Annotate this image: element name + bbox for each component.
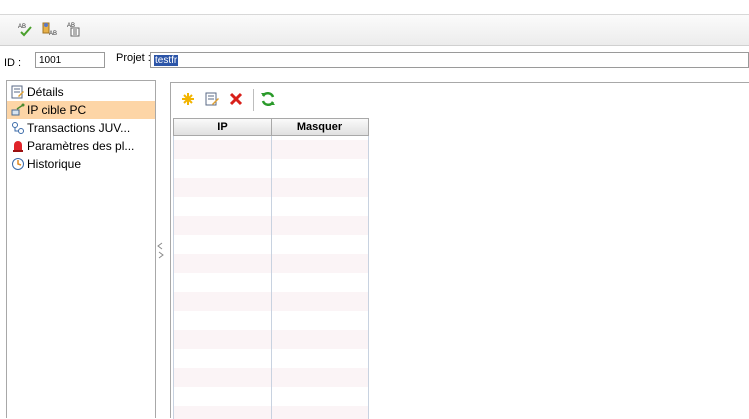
spellcheck-person-icon[interactable]: AB: [42, 21, 58, 37]
thesaurus-icon[interactable]: AB: [66, 21, 82, 37]
project-value: testfr: [154, 55, 179, 66]
column-header-ip[interactable]: IP: [174, 119, 272, 135]
sidebar-item-label: Détails: [27, 85, 64, 99]
column-divider: [271, 136, 272, 419]
table-header: IP Masquer: [173, 118, 369, 136]
transactions-icon: [12, 122, 24, 134]
project-label: Projet :: [116, 52, 151, 64]
svg-text:AB: AB: [18, 24, 26, 30]
detail-panel: IP Masquer: [170, 82, 749, 419]
ip-table: IP Masquer: [173, 118, 369, 419]
id-field[interactable]: 1001: [35, 52, 105, 68]
grid-toolbar: [171, 83, 749, 115]
delete-icon[interactable]: [228, 91, 244, 107]
history-icon: [12, 158, 24, 170]
column-header-masquer[interactable]: Masquer: [271, 119, 368, 135]
alarm-icon: [13, 141, 23, 152]
table-body: [173, 136, 369, 419]
details-icon: [11, 85, 24, 99]
record-header: ID : 1001 Projet : testfr: [0, 46, 749, 72]
panel-splitter[interactable]: [156, 80, 166, 418]
svg-text:AB: AB: [49, 31, 57, 37]
sidebar-item-label: Transactions JUV...: [27, 121, 131, 135]
refresh-icon[interactable]: [260, 91, 276, 107]
main-toolbar: AB AB AB: [0, 14, 749, 46]
id-label: ID :: [4, 57, 22, 69]
sidebar-nav: Détails IP cible PC Transactions JUV... …: [6, 80, 156, 418]
sidebar-item-transactions[interactable]: Transactions JUV...: [7, 119, 155, 137]
id-value: 1001: [39, 55, 62, 66]
new-icon[interactable]: [180, 91, 196, 107]
sidebar-item-label: IP cible PC: [27, 103, 87, 117]
sidebar-item-historique[interactable]: Historique: [7, 155, 155, 173]
project-field[interactable]: testfr: [150, 52, 749, 68]
edit-icon[interactable]: [204, 91, 220, 107]
toolbar-separator: [253, 89, 254, 111]
sidebar-item-parametres[interactable]: Paramètres des pl...: [7, 137, 155, 155]
sidebar-item-label: Historique: [27, 157, 82, 171]
sidebar-item-details[interactable]: Détails: [7, 83, 155, 101]
spellcheck-icon[interactable]: AB: [18, 21, 34, 37]
sidebar-item-ip-cible-pc[interactable]: IP cible PC: [7, 101, 155, 119]
network-target-icon: [11, 103, 25, 116]
collapse-arrows-icon[interactable]: [157, 241, 165, 261]
sidebar-item-label: Paramètres des pl...: [27, 139, 135, 153]
